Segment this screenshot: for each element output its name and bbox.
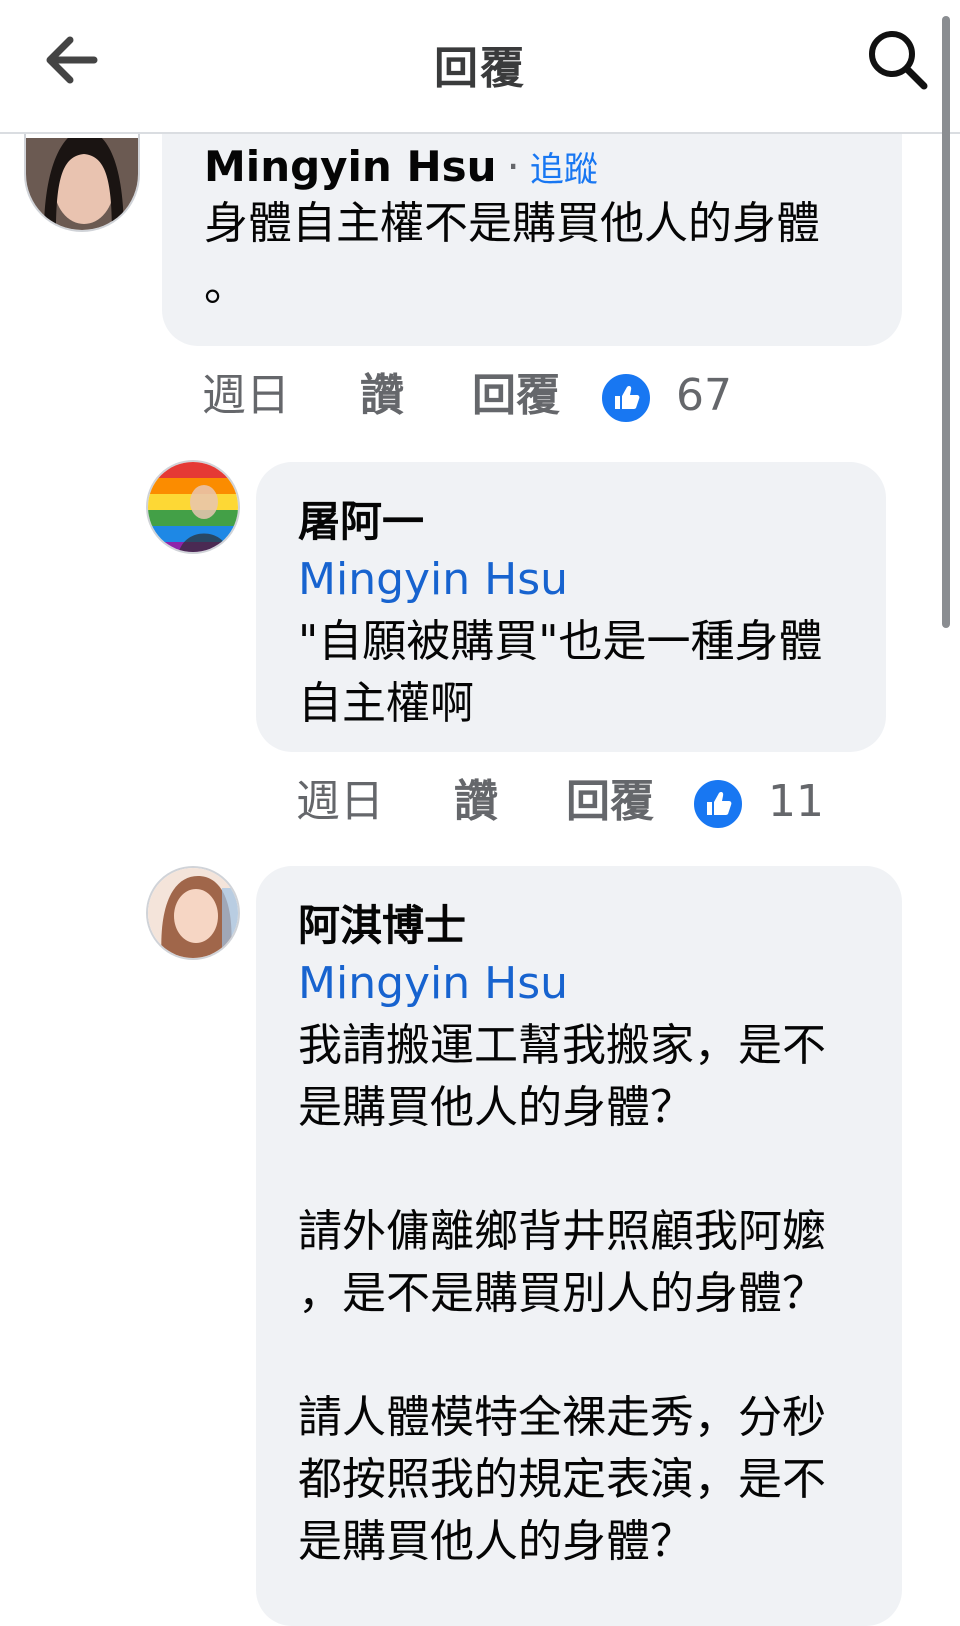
comment-author[interactable]: 阿淇博士 xyxy=(298,892,902,953)
avatar[interactable] xyxy=(146,866,240,960)
comment-author-row: Mingyin Hsu · 追蹤 xyxy=(204,142,902,191)
comment-bubble[interactable]: 屠阿一 Mingyin Hsu "自願被購買"也是一種身體 自主權啊 xyxy=(256,462,886,752)
comment-time: 週日 xyxy=(296,776,384,827)
reply-button[interactable]: 回覆 xyxy=(472,366,560,426)
comment-time: 週日 xyxy=(202,370,290,421)
mention-link[interactable]: Mingyin Hsu xyxy=(298,549,886,611)
comment-actions: 週日 讚 回覆 67 xyxy=(202,366,762,426)
reaction-count[interactable]: 67 xyxy=(676,366,732,426)
comment-actions: 週日 讚 回覆 11 xyxy=(296,772,856,832)
comment-bubble[interactable]: 阿淇博士 Mingyin Hsu 我請搬運工幫我搬家，是不 是購買他人的身體？ … xyxy=(256,866,902,1626)
comment-author[interactable]: Mingyin Hsu xyxy=(204,142,497,191)
comment-bubble[interactable]: Mingyin Hsu · 追蹤 身體自主權不是購買他人的身體 。 xyxy=(162,118,902,346)
separator-dot: · xyxy=(506,142,520,191)
like-thumb-icon xyxy=(600,372,652,424)
reaction-count[interactable]: 11 xyxy=(768,772,824,832)
scrollbar[interactable] xyxy=(942,16,950,628)
avatar[interactable] xyxy=(146,460,240,554)
comment-text: 我請搬運工幫我搬家，是不 是購買他人的身體？ 請外傭離鄉背井照顧我阿嬤 ，是不是… xyxy=(298,1020,826,1567)
comment-text: "自願被購買"也是一種身體 自主權啊 xyxy=(298,616,823,729)
like-thumb-icon xyxy=(692,778,744,830)
like-button[interactable]: 讚 xyxy=(454,772,498,832)
search-icon[interactable] xyxy=(862,24,934,96)
mention-link[interactable]: Mingyin Hsu xyxy=(298,953,902,1015)
reply-button[interactable]: 回覆 xyxy=(566,772,654,832)
page-title: 回覆 xyxy=(434,43,526,94)
follow-link[interactable]: 追蹤 xyxy=(530,150,598,190)
avatar[interactable] xyxy=(24,128,140,232)
comment-author[interactable]: 屠阿一 xyxy=(298,488,886,549)
comment-text: 身體自主權不是購買他人的身體 。 xyxy=(204,198,820,311)
top-bar: 回覆 xyxy=(0,0,960,134)
like-button[interactable]: 讚 xyxy=(360,366,404,426)
